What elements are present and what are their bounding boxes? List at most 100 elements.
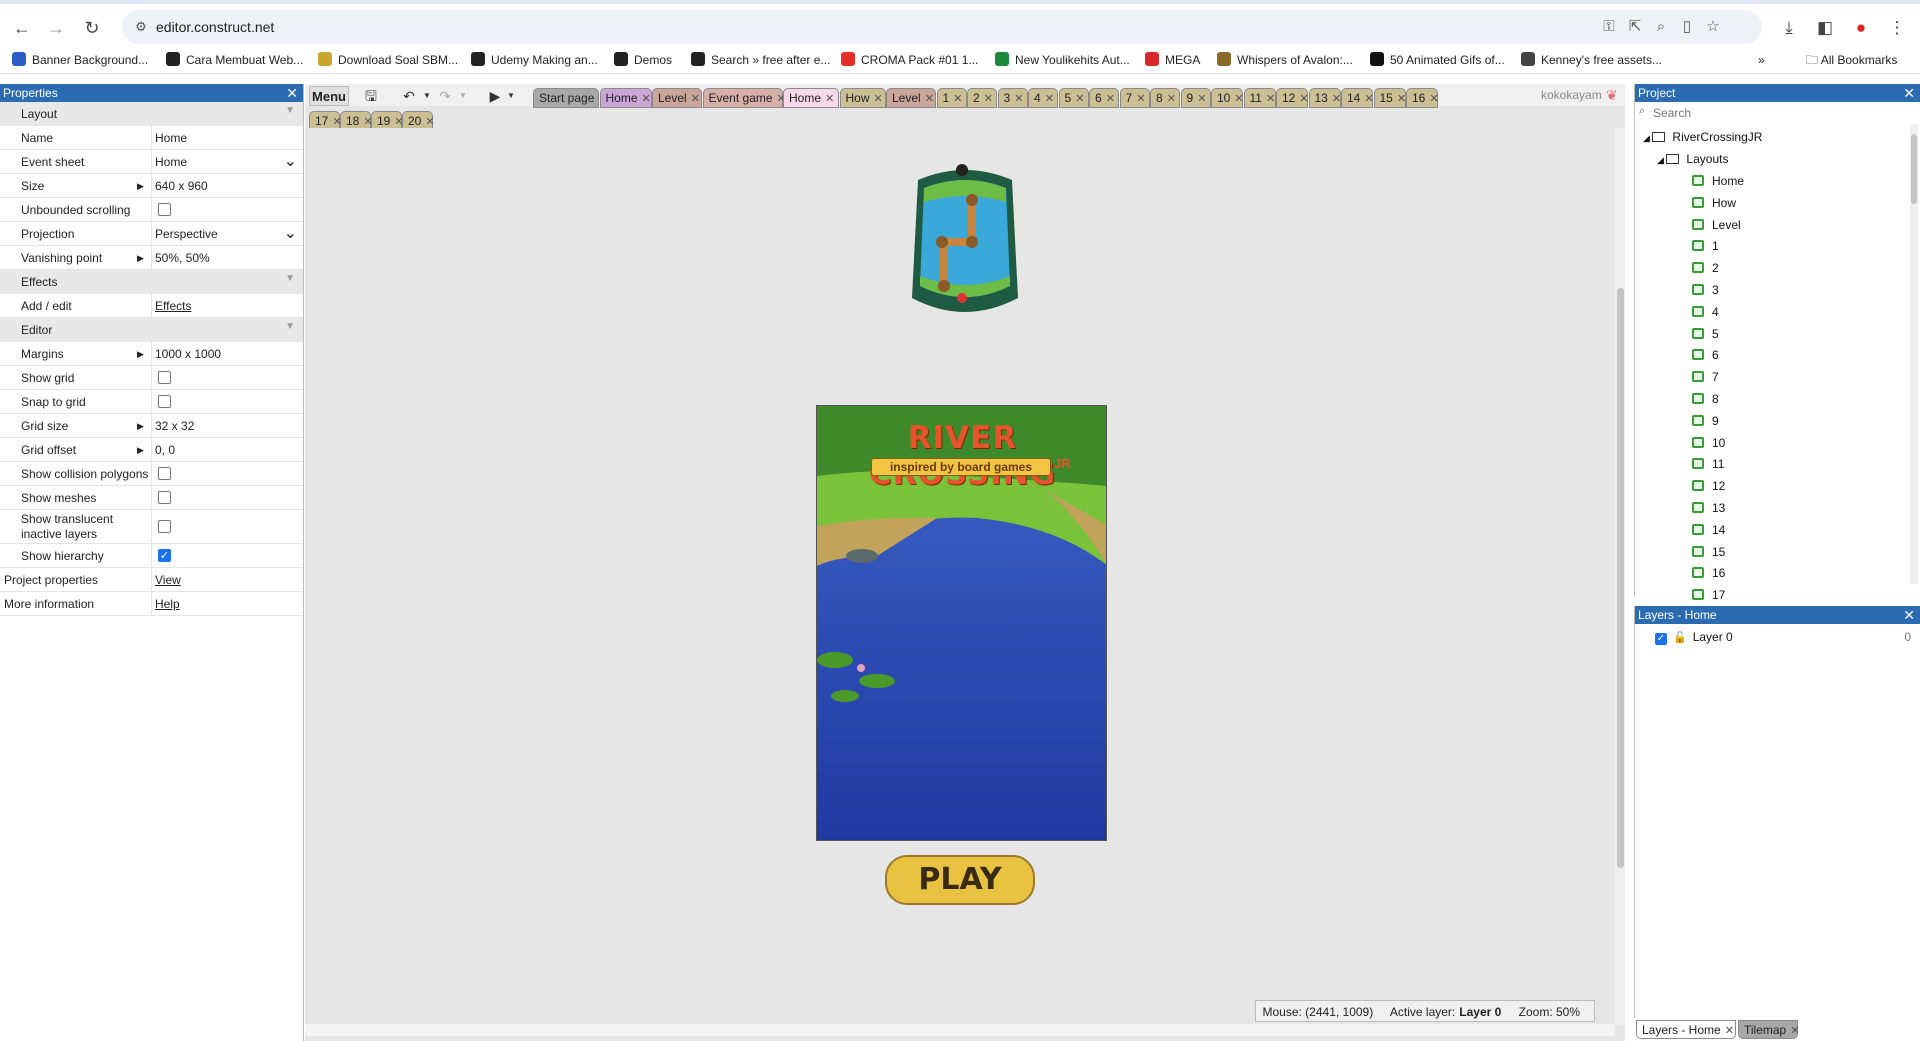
property-value[interactable]: Home (155, 150, 187, 174)
layer-visible-checkbox[interactable]: ✓ (1655, 633, 1667, 645)
tab-close-icon[interactable]: ✕ (1075, 93, 1084, 105)
tab-close-icon[interactable]: ✕ (1725, 1025, 1734, 1037)
editor-tab[interactable]: 7 ✕ (1119, 88, 1150, 108)
tab-close-icon[interactable]: ✕ (1266, 93, 1275, 105)
editor-tab[interactable]: 9 ✕ (1180, 88, 1211, 108)
close-icon[interactable]: ✕ (1903, 606, 1915, 624)
tab-close-icon[interactable]: ✕ (1136, 93, 1145, 105)
tree-item-layout[interactable]: 14 (1692, 521, 1725, 539)
tree-item-layout[interactable]: 11 (1692, 455, 1724, 473)
project-search-input[interactable]: Search (1637, 104, 1917, 122)
editor-tab[interactable]: 10 ✕ (1211, 88, 1244, 108)
editor-tab[interactable]: Home ✕ (599, 88, 652, 108)
download-icon[interactable]: ⤓ (1777, 16, 1801, 40)
background-sprite[interactable]: RIVER CROSSING inspired by board games J… (816, 405, 1107, 841)
undo-icon[interactable]: ↶ (399, 86, 419, 106)
expand-arrow-icon[interactable]: ▶ (137, 181, 144, 192)
expand-arrow-icon[interactable]: ▶ (137, 349, 144, 360)
section-header[interactable]: Layout ▼ (0, 102, 303, 126)
redo-dropdown-icon[interactable]: ▼ (453, 86, 473, 106)
bookmark-item[interactable]: Kenney's free assets... (1521, 50, 1662, 70)
property-value[interactable]: 1000 x 1000 (155, 342, 221, 366)
bookmark-item[interactable]: Search » free after e... (691, 50, 830, 70)
redo-icon[interactable]: ↷ (435, 86, 455, 106)
preview-dropdown-icon[interactable]: ▼ (501, 86, 521, 106)
editor-tab[interactable]: Event game ✕ (702, 88, 786, 108)
tree-item-layout[interactable]: 12 (1692, 477, 1725, 495)
expand-arrow-icon[interactable]: ▶ (137, 253, 144, 264)
property-checkbox[interactable] (158, 467, 171, 480)
editor-tab[interactable]: 6 ✕ (1089, 88, 1119, 108)
property-value[interactable]: Perspective (155, 222, 218, 246)
tab-close-icon[interactable]: ✕ (642, 93, 651, 105)
tree-item-layout[interactable]: 16 (1692, 564, 1725, 582)
property-checkbox[interactable] (158, 491, 171, 504)
project-scrollbar[interactable] (1910, 124, 1918, 584)
tree-item-layout[interactable]: 6 (1692, 346, 1719, 364)
bookmark-item[interactable]: Demos (614, 50, 672, 70)
tab-close-icon[interactable]: ✕ (925, 93, 934, 105)
bookmark-item[interactable]: CROMA Pack #01 1... (841, 50, 978, 70)
page-icon[interactable]: ▯ (1676, 16, 1698, 38)
menu-button[interactable]: Menu (309, 86, 349, 106)
undo-dropdown-icon[interactable]: ▼ (417, 86, 437, 106)
zoom-icon[interactable]: ⌕ (1650, 16, 1672, 38)
section-header[interactable]: Editor ▼ (0, 318, 303, 342)
editor-tab[interactable]: 4 ✕ (1028, 88, 1058, 108)
bookmark-item[interactable]: Udemy Making an... (471, 50, 598, 70)
tab-close-icon[interactable]: ✕ (1106, 93, 1115, 105)
layer-row[interactable]: ✓ 🔓 Layer 0 0 (1655, 628, 1917, 647)
vertical-scrollbar[interactable] (1615, 128, 1625, 1025)
all-bookmarks[interactable]: 🗀 All Bookmarks (1806, 50, 1897, 70)
address-bar[interactable]: ⚙ editor.construct.net ⚿ ⇱ ⌕ ▯ ☆ (122, 10, 1762, 44)
property-checkbox[interactable] (158, 203, 171, 216)
editor-tab[interactable]: 1 ✕ (936, 88, 967, 108)
password-key-icon[interactable]: ⚿ (1598, 16, 1620, 38)
level-preview-sprite[interactable] (902, 158, 1028, 328)
editor-tab[interactable]: 5 ✕ (1058, 88, 1089, 108)
editor-tab[interactable]: 14 ✕ (1341, 88, 1374, 108)
editor-tab[interactable]: 3 ✕ (997, 88, 1028, 108)
bookmark-item[interactable]: Whispers of Avalon:... (1217, 50, 1353, 70)
tree-item-layout[interactable]: 5 (1692, 325, 1719, 343)
tab-close-icon[interactable]: ✕ (874, 93, 883, 105)
lock-icon[interactable]: 🔓 (1673, 632, 1687, 644)
collapse-icon[interactable]: ▼ (285, 273, 295, 284)
tab-close-icon[interactable]: ✕ (691, 93, 700, 105)
tree-folder-layouts[interactable]: ◢ Layouts (1657, 150, 1728, 169)
editor-tab[interactable]: 16 ✕ (1406, 88, 1439, 108)
editor-tab[interactable]: 8 ✕ (1150, 88, 1180, 108)
back-icon[interactable]: ← (10, 16, 34, 40)
bookmark-item[interactable]: Cara Membuat Web... (166, 50, 303, 70)
tab-close-icon[interactable]: ✕ (1429, 93, 1438, 105)
bookmark-item[interactable]: Banner Background... (12, 50, 148, 70)
tree-item-layout[interactable]: 1 (1692, 237, 1719, 255)
play-button-sprite[interactable]: PLAY (885, 855, 1035, 905)
open-in-app-icon[interactable]: ⇱ (1624, 16, 1646, 38)
collapse-arrow-icon[interactable]: ◢ (1657, 155, 1666, 165)
bookmark-item[interactable]: 50 Animated Gifs of... (1370, 50, 1505, 70)
bookmark-item[interactable]: New Youlikehits Aut... (995, 50, 1130, 70)
tree-item-layout[interactable]: 17 (1692, 586, 1725, 604)
tab-close-icon[interactable]: ✕ (984, 93, 993, 105)
expand-arrow-icon[interactable]: ▶ (137, 445, 144, 456)
property-link[interactable]: View (155, 568, 181, 592)
close-icon[interactable]: ✕ (286, 84, 298, 102)
property-checkbox[interactable]: ✓ (158, 549, 171, 562)
collapse-arrow-icon[interactable]: ◢ (1643, 133, 1652, 143)
layout-canvas[interactable]: RIVER CROSSING inspired by board games J… (305, 128, 1615, 1025)
tab-close-icon[interactable]: ✕ (1014, 93, 1023, 105)
property-value[interactable]: 50%, 50% (155, 246, 210, 270)
editor-tab[interactable]: How ✕ (839, 88, 886, 108)
close-icon[interactable]: ✕ (1903, 84, 1915, 102)
tab-close-icon[interactable]: ✕ (1332, 93, 1341, 105)
editor-tab[interactable]: 2 ✕ (967, 88, 997, 108)
collapse-icon[interactable]: ▼ (285, 105, 295, 116)
tab-close-icon[interactable]: ✕ (425, 116, 434, 128)
tab-close-icon[interactable]: ✕ (1167, 93, 1176, 105)
tab-close-icon[interactable]: ✕ (953, 93, 962, 105)
property-value[interactable]: 32 x 32 (155, 414, 194, 438)
bookmark-star-icon[interactable]: ☆ (1702, 16, 1724, 38)
property-link[interactable]: Effects (155, 294, 191, 318)
tab-close-icon[interactable]: ✕ (1197, 93, 1206, 105)
